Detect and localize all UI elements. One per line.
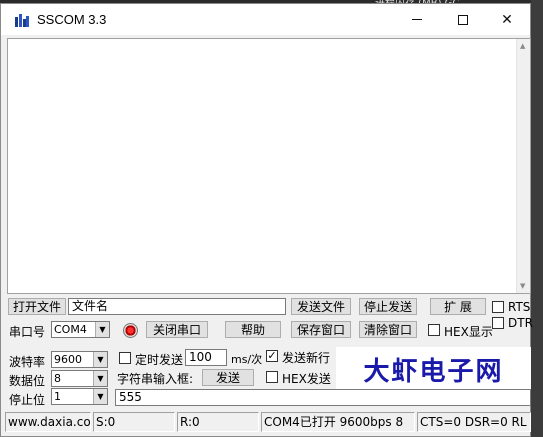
databits-select[interactable]: 8 ▼ <box>51 370 108 387</box>
window-title: SSCOM 3.3 <box>37 12 107 27</box>
interval-unit-label: ms/次 <box>231 353 263 366</box>
databits-select-value: 8 <box>54 372 61 385</box>
port-select-value: COM4 <box>54 323 87 336</box>
scroll-up-icon[interactable]: ▲ <box>520 42 525 50</box>
status-received-count: R:0 <box>177 412 259 432</box>
file-name-field[interactable]: 文件名 <box>68 298 286 315</box>
title-bar[interactable]: SSCOM 3.3 ✕ <box>1 4 530 35</box>
hex-send-label: HEX发送 <box>282 372 331 386</box>
send-newline-label: 发送新行 <box>282 351 331 365</box>
scroll-down-icon[interactable]: ▼ <box>520 282 525 290</box>
send-file-button[interactable]: 发送文件 <box>291 298 351 315</box>
timed-send-label: 定时发送 <box>135 353 184 367</box>
maximize-icon <box>458 14 468 25</box>
rts-checkbox[interactable] <box>492 301 504 313</box>
hex-send-checkbox[interactable] <box>266 371 278 383</box>
status-site: www.daxia.cor <box>5 412 91 432</box>
baud-label: 波特率 <box>9 355 46 369</box>
maximize-button[interactable] <box>440 4 486 35</box>
send-newline-checkbox[interactable]: ✓ <box>266 350 278 362</box>
status-sent-count: S:0 <box>93 412 175 432</box>
send-input-field[interactable]: 555 <box>115 389 531 406</box>
help-button[interactable]: 帮助 <box>225 321 281 338</box>
stop-send-button[interactable]: 停止发送 <box>359 298 417 315</box>
interval-field[interactable]: 100 <box>185 349 227 366</box>
close-icon: ✕ <box>501 11 513 28</box>
chevron-down-icon[interactable]: ▼ <box>93 389 107 404</box>
port-select[interactable]: COM4 ▼ <box>51 321 110 338</box>
save-window-button[interactable]: 保存窗口 <box>291 321 351 338</box>
stopbits-label: 停止位 <box>9 393 46 407</box>
status-bar: www.daxia.cor S:0 R:0 COM4已打开 9600bps 8 … <box>5 412 531 432</box>
receive-scrollbar[interactable]: ▲ ▼ <box>516 39 530 293</box>
background-window-edge <box>531 0 543 437</box>
input-label: 字符串输入框: <box>117 372 194 386</box>
send-button[interactable]: 发送 <box>202 369 254 386</box>
status-port: COM4已打开 9600bps 8 <box>261 412 415 432</box>
status-lines: CTS=0 DSR=0 RL <box>417 412 531 432</box>
port-label: 串口号 <box>9 325 46 339</box>
chevron-down-icon[interactable]: ▼ <box>93 371 107 386</box>
app-icon <box>15 14 29 27</box>
hex-display-checkbox[interactable] <box>428 324 440 336</box>
sscom-window: SSCOM 3.3 ✕ ▲ ▼ 打开文件 文件名 发送文件 停止发送 扩 展 R… <box>0 3 533 437</box>
baud-select-value: 9600 <box>54 353 82 366</box>
chevron-down-icon[interactable]: ▼ <box>95 322 109 337</box>
minimize-button[interactable] <box>394 4 440 35</box>
receive-area[interactable]: ▲ ▼ <box>7 38 531 294</box>
minimize-icon <box>412 19 422 20</box>
dtr-checkbox[interactable] <box>492 317 504 329</box>
daxia-logo: 大虾电子网 <box>336 347 531 391</box>
baud-select[interactable]: 9600 ▼ <box>51 351 108 368</box>
port-status-led-icon <box>123 323 138 338</box>
close-port-button[interactable]: 关闭串口 <box>146 321 208 338</box>
dtr-label: DTR <box>508 316 533 330</box>
databits-label: 数据位 <box>9 374 46 388</box>
clear-window-button[interactable]: 清除窗口 <box>359 321 417 338</box>
timed-send-checkbox[interactable] <box>119 352 131 364</box>
rts-label: RTS <box>508 300 531 314</box>
stopbits-select[interactable]: 1 ▼ <box>51 388 108 405</box>
expand-button[interactable]: 扩 展 <box>430 298 486 315</box>
open-file-button[interactable]: 打开文件 <box>8 298 66 315</box>
stopbits-select-value: 1 <box>54 390 61 403</box>
chevron-down-icon[interactable]: ▼ <box>93 352 107 367</box>
hex-display-label: HEX显示 <box>444 325 493 339</box>
close-button[interactable]: ✕ <box>484 4 530 35</box>
